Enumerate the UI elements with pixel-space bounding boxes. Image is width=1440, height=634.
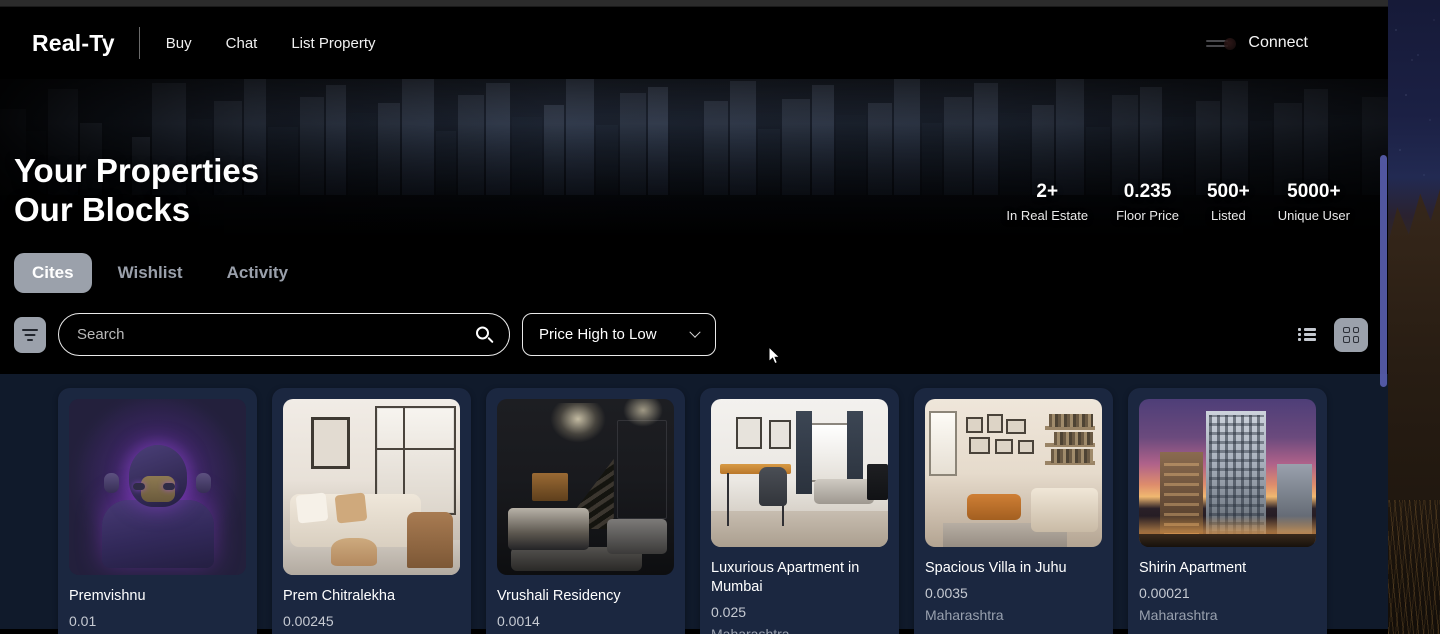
- tab-activity[interactable]: Activity: [209, 253, 306, 293]
- stat-value: 5000+: [1287, 181, 1341, 203]
- property-card[interactable]: Spacious Villa in Juhu 0.0035 Maharashtr…: [914, 388, 1113, 634]
- brand-divider: [138, 27, 140, 59]
- property-card[interactable]: Vrushali Residency 0.0014 Maharashtra: [486, 388, 685, 634]
- property-image: [497, 399, 674, 575]
- nav-link-list-property[interactable]: List Property: [291, 35, 375, 52]
- property-title: Premvishnu: [69, 588, 146, 604]
- avatar-artwork-icon: [69, 399, 246, 575]
- property-title: Spacious Villa in Juhu: [925, 560, 1067, 576]
- highrise-building-photo: [1139, 399, 1316, 547]
- property-image: [283, 399, 460, 575]
- navbar-right: Connect: [1206, 30, 1308, 56]
- property-location: Maharashtra: [711, 626, 888, 634]
- grid-view-button[interactable]: [1334, 317, 1368, 352]
- property-price: 0.025: [711, 604, 747, 621]
- browser-chrome-strip: [0, 0, 1388, 7]
- grid-view-icon: [1343, 326, 1359, 343]
- property-image: [69, 399, 246, 575]
- toolbar: Price High to Low: [0, 303, 1388, 374]
- cozy-bedroom-photo: [925, 399, 1102, 547]
- page-viewport: Real-Ty Buy Chat List Property Connect Y…: [0, 7, 1388, 634]
- nav-links: Buy Chat List Property: [166, 35, 376, 52]
- filter-icon: [22, 328, 38, 341]
- property-card[interactable]: Premvishnu 0.01 Maharashtra: [58, 388, 257, 634]
- property-price: 0.0035: [925, 585, 968, 602]
- search-box[interactable]: [58, 313, 510, 356]
- property-card[interactable]: Prem Chitralekha 0.00245 Maharashtra: [272, 388, 471, 634]
- sort-dropdown[interactable]: Price High to Low: [522, 313, 716, 356]
- property-price: 0.00245: [283, 613, 334, 630]
- property-title: Luxurious Apartment in Mumbai: [711, 560, 860, 596]
- tab-wishlist[interactable]: Wishlist: [100, 253, 201, 293]
- hero-stats: 2+ In Real Estate 0.235 Floor Price 500+…: [992, 181, 1364, 229]
- list-view-button[interactable]: [1290, 318, 1324, 352]
- nav-link-chat[interactable]: Chat: [226, 35, 258, 52]
- property-grid-row: Premvishnu 0.01 Maharashtra Prem Chitral…: [0, 388, 1388, 634]
- search-icon[interactable]: [476, 326, 494, 343]
- property-location: Maharashtra: [925, 607, 1004, 624]
- stat-value: 2+: [1036, 181, 1059, 203]
- stat-label: Listed: [1210, 208, 1246, 223]
- screen: Real-Ty Buy Chat List Property Connect Y…: [0, 0, 1440, 634]
- property-price: 0.0014: [497, 613, 540, 630]
- property-title: Prem Chitralekha: [283, 588, 396, 604]
- stat-listed: 500+ Listed: [1193, 181, 1264, 223]
- property-price: 0.01: [69, 613, 97, 630]
- page-scrollbar[interactable]: [1379, 7, 1388, 634]
- stat-label: In Real Estate: [1006, 208, 1089, 223]
- navbar: Real-Ty Buy Chat List Property Connect: [0, 7, 1388, 79]
- apartment-photo: [711, 399, 888, 547]
- property-image: [711, 399, 888, 547]
- stat-floor-price: 0.235 Floor Price: [1102, 181, 1193, 223]
- wallet-connect-icon: [1206, 30, 1237, 56]
- wallpaper-foreground-grass: [1388, 500, 1440, 634]
- stat-value: 0.235: [1123, 181, 1172, 203]
- brand-logo[interactable]: Real-Ty: [32, 30, 115, 57]
- stat-label: Unique User: [1277, 208, 1350, 223]
- living-room-photo: [283, 399, 460, 575]
- sort-selected-label: Price High to Low: [539, 326, 657, 343]
- property-grid: Premvishnu 0.01 Maharashtra Prem Chitral…: [0, 374, 1388, 634]
- dark-interior-photo: [497, 399, 674, 575]
- hero-title: Your Properties Our Blocks: [14, 152, 260, 228]
- property-title: Vrushali Residency: [497, 588, 621, 604]
- nav-link-buy[interactable]: Buy: [166, 35, 192, 52]
- stat-unique-user: 5000+ Unique User: [1264, 181, 1364, 223]
- stat-label: Floor Price: [1116, 208, 1179, 223]
- list-view-icon: [1298, 328, 1316, 341]
- tabs-bar: Cites Wishlist Activity: [0, 239, 1388, 303]
- property-image: [925, 399, 1102, 547]
- stat-value: 500+: [1206, 181, 1250, 203]
- chevron-down-icon: [689, 326, 701, 338]
- hero-content: Your Properties Our Blocks 2+ In Real Es…: [0, 79, 1388, 239]
- property-image: [1139, 399, 1316, 547]
- search-input[interactable]: [77, 314, 465, 355]
- property-title: Shirin Apartment: [1139, 560, 1247, 576]
- property-location: Maharashtra: [1139, 607, 1218, 624]
- connect-button[interactable]: Connect: [1248, 34, 1308, 52]
- property-card[interactable]: Shirin Apartment 0.00021 Maharashtra: [1128, 388, 1327, 634]
- stat-in-real-estate: 2+ In Real Estate: [992, 181, 1102, 223]
- filter-button[interactable]: [14, 316, 46, 353]
- tab-cites[interactable]: Cites: [14, 253, 92, 293]
- property-price: 0.00021: [1139, 585, 1190, 602]
- scrollbar-thumb[interactable]: [1380, 155, 1387, 387]
- view-toggle-group: [1290, 317, 1368, 352]
- property-card[interactable]: Luxurious Apartment in Mumbai 0.025 Maha…: [700, 388, 899, 634]
- hero-banner: Your Properties Our Blocks 2+ In Real Es…: [0, 79, 1388, 239]
